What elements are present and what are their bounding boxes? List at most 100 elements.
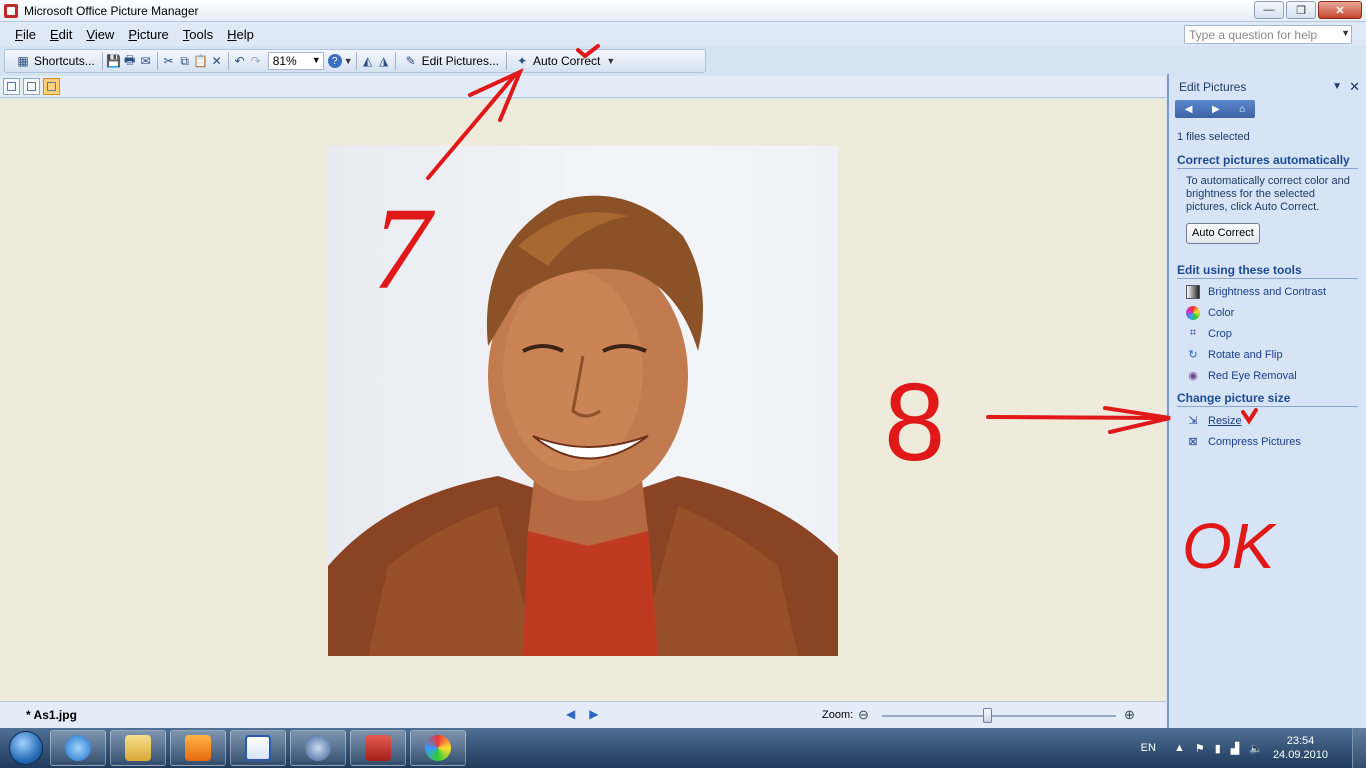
forward-icon[interactable]: ▶ [1212,104,1220,115]
picture-preview[interactable] [328,146,838,656]
windows-logo-icon [9,731,43,765]
show-hidden-icons[interactable]: ▲ [1174,742,1185,754]
window-title: Microsoft Office Picture Manager [24,3,199,18]
eye-icon: ◉ [1188,370,1198,382]
print-icon[interactable]: 🖶 [122,53,138,69]
menu-file[interactable]: File [8,27,43,42]
toolbar-separator [394,52,396,70]
pane-auto-correct-button[interactable]: Auto Correct [1186,223,1260,244]
red-eye-removal-link[interactable]: ◉ Red Eye Removal [1186,365,1358,386]
pane-menu-icon[interactable]: ▼ [1332,81,1342,92]
toolbar-separator [355,52,357,70]
taskbar-word[interactable] [230,730,286,766]
filmstrip-view-button[interactable] [23,78,40,95]
cut-icon[interactable]: ✂ [161,53,177,69]
email-icon[interactable]: ✉ [138,53,154,69]
menu-tools[interactable]: Tools [176,27,220,42]
power-icon[interactable]: ▮ [1215,742,1221,755]
redo-icon[interactable]: ↷ [248,53,264,69]
picture-manager-icon [4,3,18,18]
word-icon [245,735,271,761]
title-bar: Microsoft Office Picture Manager — ❐ ✕ [0,0,1366,22]
taskbar-media-player[interactable] [170,730,226,766]
zoom-slider-thumb[interactable] [982,708,992,723]
maximize-button[interactable]: ❐ [1286,1,1316,19]
clock[interactable]: 23:54 24.09.2010 [1273,734,1328,762]
view-toolbar [0,76,1166,98]
show-desktop-button[interactable] [1352,728,1366,768]
taskbar-picture-manager[interactable] [350,730,406,766]
zoom-in-icon[interactable]: ⊕ [1124,707,1140,723]
minimize-button[interactable]: — [1254,1,1284,19]
toolbar-separator [101,52,103,70]
help-icon[interactable]: ? [327,54,342,68]
menu-bar: File Edit View Picture Tools Help Type a… [0,22,1366,46]
edit-pictures-pane: Edit Pictures ▼ ✕ ◀ ▶ ⌂ 1 files selected… [1167,74,1366,728]
menu-picture[interactable]: Picture [121,27,175,42]
network-icon[interactable]: ▟ [1231,742,1239,755]
internet-explorer-icon [65,735,91,761]
next-picture-icon[interactable]: ▶ [589,707,598,721]
crop-link[interactable]: ⌗ Crop [1186,323,1358,344]
toolbar-options-icon[interactable]: ▼ [344,56,353,66]
undo-icon[interactable]: ↶ [232,53,248,69]
status-bar: * As1.jpg ◀ ▶ Zoom: ⊖ ⊕ [0,701,1166,728]
delete-icon[interactable]: ✕ [209,53,225,69]
zoom-slider-track[interactable] [882,715,1116,717]
single-picture-view-button[interactable] [43,78,60,95]
compress-pictures-link[interactable]: ⊠ Compress Pictures [1186,431,1358,452]
menu-help[interactable]: Help [220,27,261,42]
auto-correct-button[interactable]: ✦ Auto Correct [510,51,604,71]
rotate-flip-link[interactable]: ↻ Rotate and Flip [1186,344,1358,365]
zoom-label: Zoom: [822,709,854,721]
section-auto-correct: Correct pictures automatically [1177,153,1358,169]
rotate-right-icon[interactable]: ◮ [376,53,392,69]
pane-header: Edit Pictures ▼ ✕ [1169,74,1366,100]
rotate-icon: ↻ [1188,349,1198,361]
crop-icon: ⌗ [1189,327,1197,339]
copy-icon[interactable]: ⧉ [177,53,193,69]
single-picture-view-icon [47,82,56,91]
brightness-contrast-link[interactable]: Brightness and Contrast [1186,281,1358,302]
previous-picture-icon[interactable]: ◀ [566,707,575,721]
zoom-select[interactable]: 81% ▼ [267,52,324,70]
paint-icon [425,735,451,761]
shortcuts-icon: ▦ [17,54,29,68]
chevron-down-icon: ▼ [311,55,321,65]
taskbar-thunderbird[interactable] [290,730,346,766]
volume-icon[interactable]: 🔈 [1249,742,1263,755]
taskbar-internet-explorer[interactable] [50,730,106,766]
color-link[interactable]: Color [1186,302,1358,323]
action-center-flag-icon[interactable]: ⚑ [1195,742,1205,755]
taskbar-paint[interactable] [410,730,466,766]
rotate-left-icon[interactable]: ◭ [360,53,376,69]
back-icon[interactable]: ◀ [1185,104,1193,115]
pane-close-icon[interactable]: ✕ [1349,79,1360,95]
color-icon [1186,305,1200,320]
pane-navigation: ◀ ▶ ⌂ [1175,100,1255,118]
menu-edit[interactable]: Edit [43,27,79,42]
toolbar-options-icon[interactable]: ▼ [606,56,615,66]
current-file-name: * As1.jpg [26,708,77,722]
zoom-out-icon[interactable]: ⊖ [858,707,874,723]
thumbnail-view-button[interactable] [3,78,20,95]
windows-taskbar: EN ▲ ⚑ ▮ ▟ 🔈 23:54 24.09.2010 [0,728,1366,768]
filmstrip-view-icon [27,82,36,91]
section-edit-tools: Edit using these tools [1177,263,1358,279]
start-button[interactable] [6,728,46,768]
shortcuts-button[interactable]: ▦ Shortcuts... [11,51,99,71]
thunderbird-icon [305,735,331,761]
resize-link[interactable]: ⇲ Resize [1186,410,1358,431]
toolbar-separator [156,52,158,70]
menu-view[interactable]: View [79,27,121,42]
taskbar-explorer[interactable] [110,730,166,766]
language-indicator[interactable]: EN [1141,742,1156,754]
home-icon[interactable]: ⌂ [1239,104,1245,115]
paste-icon[interactable]: 📋 [193,53,209,69]
compress-icon: ⊠ [1188,436,1198,448]
help-search-input[interactable]: Type a question for help ▼ [1184,25,1352,44]
edit-pictures-button[interactable]: ✎ Edit Pictures... [399,51,503,71]
save-icon[interactable]: 💾 [106,53,122,69]
brightness-icon [1186,284,1200,299]
close-button[interactable]: ✕ [1318,1,1362,19]
